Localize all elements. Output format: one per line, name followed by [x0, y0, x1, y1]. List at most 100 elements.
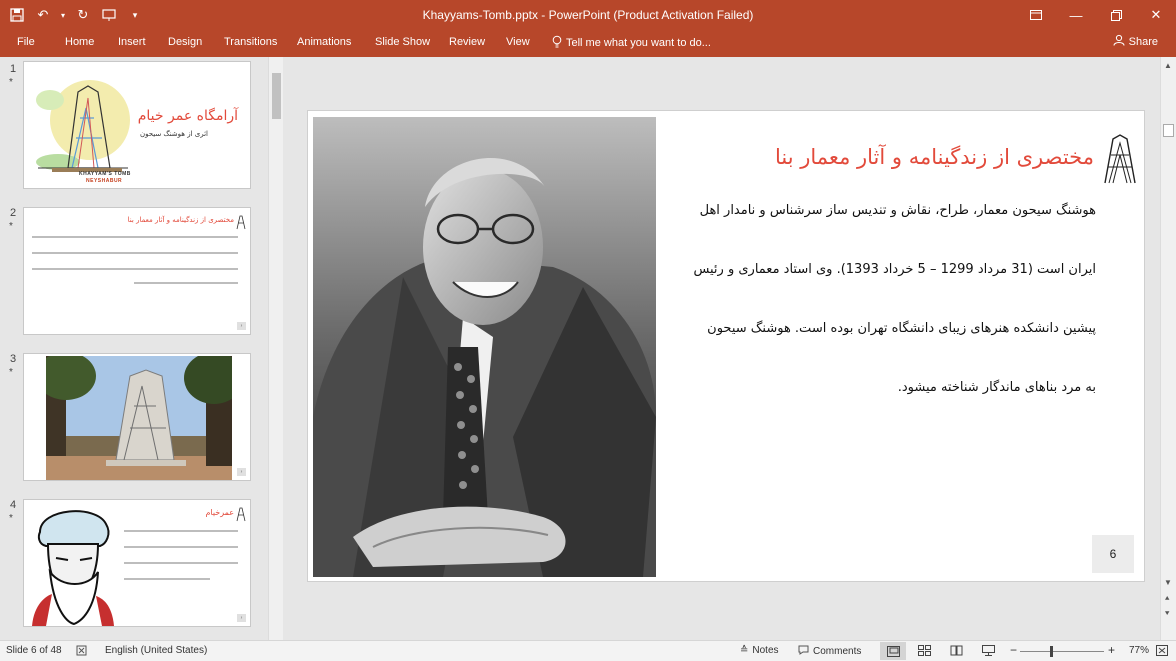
tomb-logo-icon	[1104, 134, 1136, 184]
notes-icon: ≙	[740, 645, 749, 656]
quick-access-toolbar: ↶ ▾ ↻ ▾	[6, 4, 146, 26]
thumbnail-slide-4[interactable]: عمرخیام ›	[23, 499, 251, 627]
scroll-down-icon[interactable]: ▼	[1164, 578, 1172, 587]
tomb-photo	[46, 356, 232, 480]
body-text-line[interactable]: به مرد بناهای ماندگار شناخته میشود.	[656, 380, 1096, 395]
thumbnail-nav-icon: ›	[237, 322, 246, 330]
minimize-icon[interactable]: —	[1056, 0, 1096, 30]
thumbnail-brand: KHAYYAM'S TOMB	[79, 171, 131, 177]
tab-home[interactable]: Home	[65, 36, 94, 48]
thumbnail-scrollbar[interactable]	[268, 57, 283, 640]
tab-view[interactable]: View	[506, 36, 530, 48]
window-title: Khayyams-Tomb.pptx - PowerPoint (Product…	[422, 8, 754, 22]
comments-label: Comments	[813, 646, 862, 657]
tab-slide-show[interactable]: Slide Show	[375, 36, 430, 48]
share-button[interactable]: Share	[1113, 34, 1158, 49]
share-label: Share	[1128, 35, 1158, 48]
thumbnail-nav-icon: ›	[237, 614, 246, 622]
slide-editor: مختصری از زندگینامه و آثار معمار بنا هوش…	[287, 57, 1160, 640]
tab-file[interactable]: File	[17, 36, 35, 48]
text-placeholder-line	[32, 236, 238, 238]
zoom-level[interactable]: 77%	[1129, 645, 1149, 656]
thumbnail-number: 3	[10, 353, 17, 365]
undo-dropdown-icon[interactable]: ▾	[58, 4, 68, 26]
tomb-logo-icon	[236, 215, 246, 230]
thumbnail-brand-sub: NEYSHABUR	[86, 178, 123, 184]
close-icon[interactable]: ✕	[1136, 0, 1176, 30]
notes-label: Notes	[752, 645, 779, 656]
zoom-out-icon[interactable]: −	[1010, 643, 1017, 657]
text-placeholder-line	[124, 578, 210, 580]
slide-number: 6	[1109, 547, 1117, 561]
comments-button[interactable]: Comments	[798, 645, 861, 658]
body-text-line[interactable]: ایران است (31 مرداد 1299 – 5 خرداد 1393)…	[656, 262, 1096, 277]
person-icon	[1113, 34, 1125, 49]
slide-scrollbar-thumb[interactable]	[1163, 124, 1174, 137]
restore-icon[interactable]	[1096, 0, 1136, 30]
thumbnail-slide-1[interactable]: KHAYYAM'S TOMB NEYSHABUR آرامگاه عمر خیا…	[23, 61, 251, 189]
title-bar: ↶ ▾ ↻ ▾ Khayyams-Tomb.pptx - PowerPoint …	[0, 0, 1176, 30]
thumbnail-slide-2[interactable]: مختصری از زندگینامه و آثار معمار بنا ›	[23, 207, 251, 335]
thumbnail-number: 1	[10, 63, 17, 75]
animation-star-icon: *	[9, 513, 13, 524]
thumbnail-subtitle: اثری از هوشنگ سیحون	[139, 130, 208, 138]
zoom-in-icon[interactable]: +	[1108, 643, 1115, 657]
text-placeholder-line	[124, 530, 238, 532]
window-controls: — ✕	[1016, 0, 1176, 30]
tab-design[interactable]: Design	[168, 36, 202, 48]
tomb-logo-icon	[236, 507, 246, 522]
notes-button[interactable]: ≙ Notes	[740, 645, 779, 656]
text-placeholder-line	[134, 282, 238, 284]
undo-icon[interactable]: ↶	[32, 4, 54, 26]
tab-animations[interactable]: Animations	[297, 36, 351, 48]
thumbnail-title: عمرخیام	[205, 508, 234, 517]
text-placeholder-line	[32, 252, 238, 254]
thumbnail-title: مختصری از زندگینامه و آثار معمار بنا	[127, 216, 234, 224]
tell-me-box[interactable]: Tell me what you want to do...	[552, 35, 711, 51]
body-text-line[interactable]: پیشین دانشکده هنرهای زیبای دانشگاه تهران…	[656, 321, 1096, 336]
save-icon[interactable]	[6, 4, 28, 26]
thumbnail-number: 4	[10, 499, 17, 511]
redo-icon[interactable]: ↻	[72, 4, 94, 26]
ribbon-display-options-icon[interactable]	[1016, 0, 1056, 30]
text-placeholder-line	[32, 268, 238, 270]
slide-number-box: 6	[1092, 535, 1134, 573]
previous-slide-icon[interactable]: ⯅	[1164, 594, 1170, 604]
animation-star-icon: *	[9, 77, 13, 88]
thumbnail-slide-3[interactable]: ›	[23, 353, 251, 481]
slide-scrollbar[interactable]: ▲ ▼ ⯅ ⯆	[1160, 57, 1176, 640]
text-placeholder-line	[124, 562, 238, 564]
slide-count: Slide 6 of 48	[6, 645, 62, 656]
slide-sorter-icon[interactable]	[918, 645, 931, 656]
tab-review[interactable]: Review	[449, 36, 485, 48]
customize-toolbar-icon[interactable]: ▾	[124, 4, 146, 26]
scroll-up-icon[interactable]: ▲	[1164, 61, 1172, 70]
fit-slide-icon[interactable]	[1156, 645, 1168, 656]
tab-insert[interactable]: Insert	[118, 36, 146, 48]
khayyam-portrait-illustration	[32, 510, 114, 626]
comment-icon	[798, 645, 809, 658]
language-indicator[interactable]: English (United States)	[105, 645, 207, 656]
reading-view-icon[interactable]	[950, 645, 963, 656]
animation-star-icon: *	[9, 367, 13, 378]
tomb-illustration	[36, 80, 130, 172]
thumbnail-scrollbar-thumb[interactable]	[272, 73, 281, 119]
status-bar: Slide 6 of 48 English (United States) ≙ …	[0, 640, 1176, 661]
architect-portrait-photo	[313, 117, 656, 577]
current-slide[interactable]: مختصری از زندگینامه و آثار معمار بنا هوش…	[307, 110, 1145, 582]
present-from-start-icon[interactable]	[98, 4, 120, 26]
body-text-line[interactable]: هوشنگ سیحون معمار، طراح، نقاش و تندیس سا…	[656, 203, 1096, 218]
lightbulb-icon	[552, 35, 562, 51]
text-placeholder-line	[124, 546, 238, 548]
slide-title[interactable]: مختصری از زندگینامه و آثار معمار بنا	[775, 145, 1094, 169]
zoom-slider-thumb[interactable]	[1050, 646, 1053, 657]
powerpoint-window: ↶ ▾ ↻ ▾ Khayyams-Tomb.pptx - PowerPoint …	[0, 0, 1176, 661]
zoom-slider[interactable]	[1020, 651, 1104, 652]
normal-view-icon[interactable]	[880, 642, 906, 660]
tab-transitions[interactable]: Transitions	[224, 36, 277, 48]
thumbnail-title: آرامگاه عمر خیام	[137, 108, 238, 124]
slideshow-view-icon[interactable]	[982, 645, 995, 656]
next-slide-icon[interactable]: ⯆	[1164, 609, 1170, 619]
tell-me-label: Tell me what you want to do...	[566, 37, 711, 49]
spell-check-icon[interactable]	[76, 645, 87, 656]
